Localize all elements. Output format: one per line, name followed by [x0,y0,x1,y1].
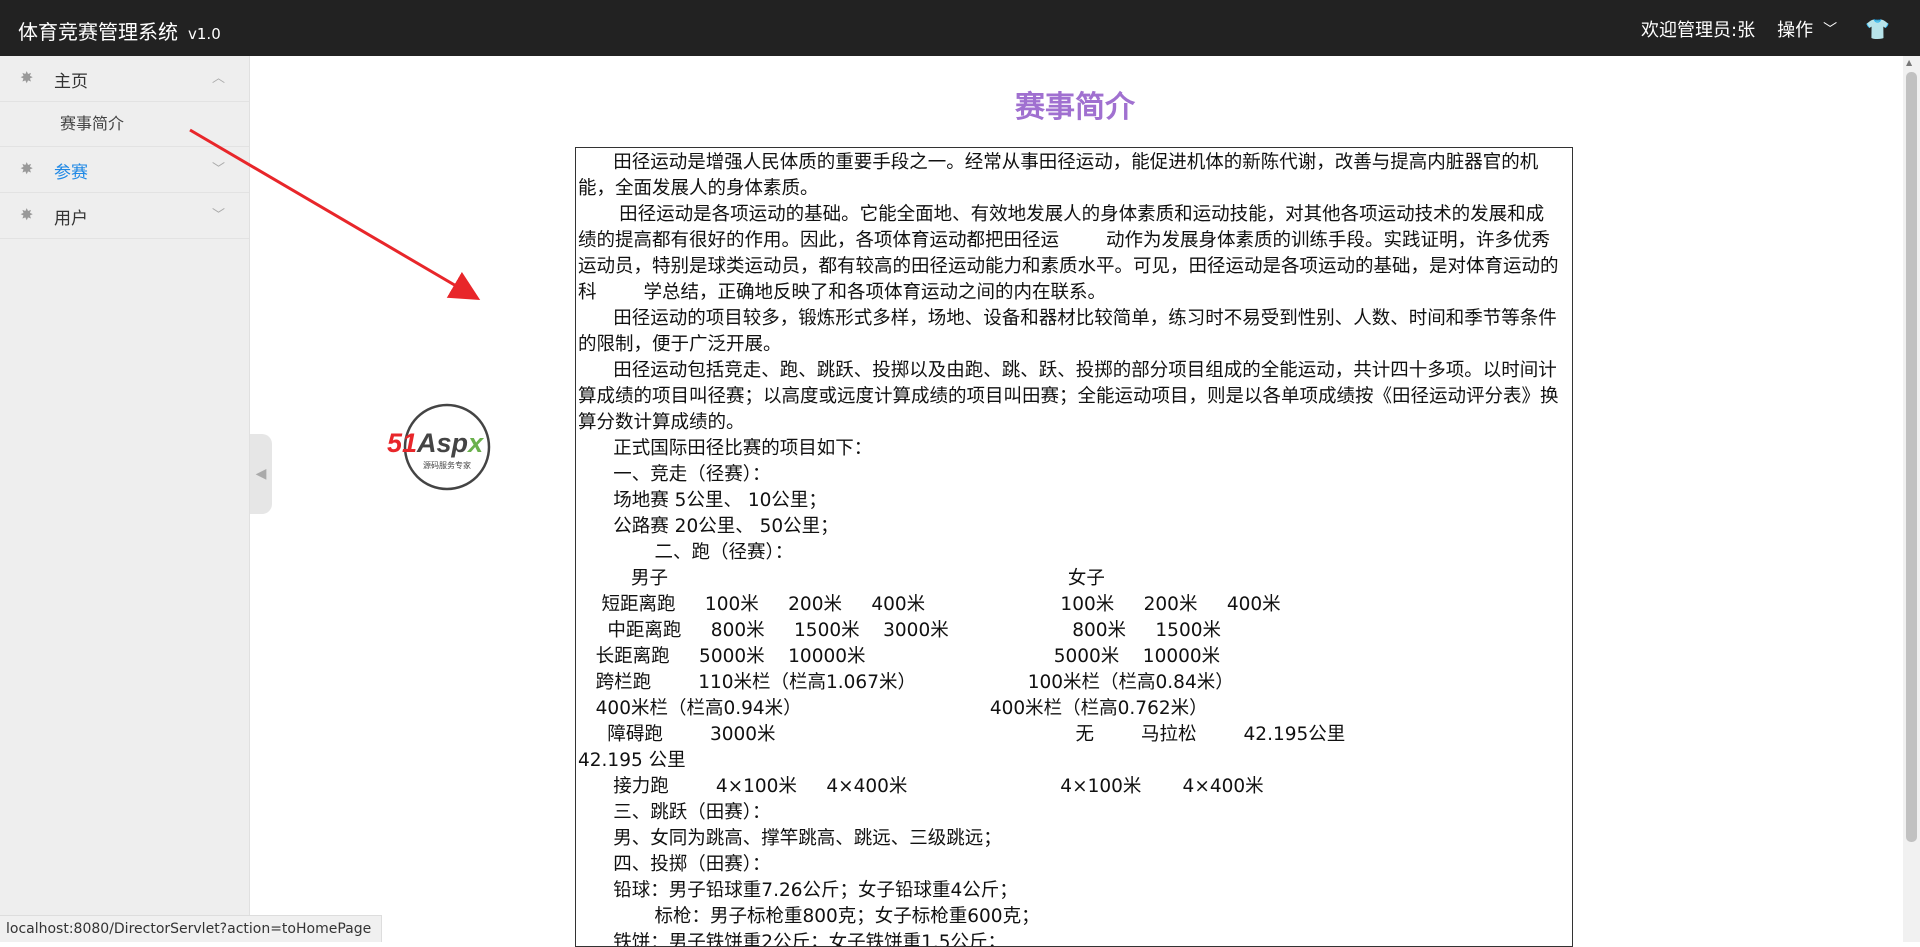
article-paragraph: 四、投掷（田赛）： [578,854,771,875]
article-paragraph: 田径运动包括竞走、跑、跳跃、投掷以及由跑、跳、跃、投掷的部分项目组成的全能运动，… [578,360,1559,433]
article-paragraph: 场地赛 5公里、 10公里； [578,490,827,511]
link-status-bar: localhost:8080/DirectorServlet?action=to… [0,915,383,942]
svg-text:51Aspx: 51Aspx [387,428,484,458]
welcome-text: 欢迎管理员:张 [1641,20,1756,41]
article-paragraph: 一、竞走（径赛）： [578,464,771,485]
app-title: 体育竞赛管理系统 [18,20,178,44]
article-paragraph: 障碍跑 3000米 无 马拉松 42.195公里 [578,724,1346,745]
top-navbar: 体育竞赛管理系统 v1.0 欢迎管理员:张 操作 ﹀ 👕 [0,0,1920,56]
app-version: v1.0 [188,25,221,43]
article-paragraph: 400米栏（栏高0.94米） 400米栏（栏高0.762米） [578,698,1208,719]
article-paragraph: 铁饼：男子铁饼重2公斤；女子铁饼重1.5公斤； [578,932,1006,947]
shirt-icon[interactable]: 👕 [1865,17,1890,41]
article-paragraph: 田径运动是各项运动的基础。它能全面地、有效地发展人的身体素质和运动技能，对其他各… [578,204,1559,303]
article-paragraph: 中距离跑 800米 1500米 3000米 800米 1500米 [578,620,1221,641]
operations-label: 操作 [1777,20,1814,41]
sidebar-collapse-toggle[interactable]: ◀ [250,434,272,514]
operations-dropdown[interactable]: 操作 ﹀ [1777,16,1837,42]
watermark-logo: 51Aspx 源码服务专家 [387,402,507,492]
app-brand[interactable]: 体育竞赛管理系统 v1.0 [18,16,221,45]
article-paragraph: 铅球：男子铅球重7.26公斤；女子铅球重4公斤； [578,880,1018,901]
sidebar-item-home[interactable]: ✸ 主页 ︿ [0,56,249,102]
article-paragraph: 正式国际田径比赛的项目如下： [578,438,873,459]
scrollbar-thumb[interactable] [1906,72,1917,842]
top-right-menu: 欢迎管理员:张 操作 ﹀ 👕 [1641,16,1890,42]
article-paragraph: 男、女同为跳高、撑竿跳高、跳远、三级跳远； [578,828,1002,849]
article-paragraph: 男子 女子 [578,568,1105,589]
chevron-up-icon: ︿ [211,71,225,86]
gear-icon: ✸ [20,159,34,178]
article-paragraph: 公路赛 20公里、 50公里； [578,516,839,537]
article-paragraph: 标枪：男子标枪重800克；女子标枪重600克； [578,906,1040,927]
scroll-up-icon[interactable]: ▲ [1906,58,1912,67]
article-paragraph: 二、跑（径赛）： [578,542,794,563]
page-title: 赛事简介 [1015,90,1135,125]
sidebar-item-label: 用户 [54,209,88,229]
article-paragraph: 田径运动是增强人民体质的重要手段之一。经常从事田径运动，能促进机体的新陈代谢，改… [578,152,1539,199]
article-paragraph: 田径运动的项目较多，锻炼形式多样，场地、设备和器材比较简单，练习时不易受到性别、… [578,308,1557,355]
article-paragraph: 长距离跑 5000米 10000米 5000米 10000米 [578,646,1221,667]
article-paragraph: 三、跳跃（田赛）： [578,802,771,823]
gear-icon: ✸ [20,68,34,87]
article-paragraph: 短距离跑 100米 200米 400米 100米 200米 400米 [578,594,1281,615]
article-paragraph: 跨栏跑 110米栏（栏高1.067米） 100米栏（栏高0.84米） [578,672,1234,693]
sidebar-item-label: 主页 [54,72,88,92]
chevron-down-icon: ﹀ [1823,22,1838,38]
article-paragraph: 42.195 公里 [578,750,686,771]
annotation-arrow [189,128,481,301]
gear-icon: ✸ [20,205,34,224]
svg-text:源码服务专家: 源码服务专家 [423,460,471,470]
sidebar-item-label: 参赛 [54,163,88,183]
scrollbar[interactable]: ▲ [1903,56,1920,942]
article-paragraph: 接力跑 4×100米 4×400米 4×100米 4×400米 [578,776,1264,797]
article-body: 田径运动是增强人民体质的重要手段之一。经常从事田径运动，能促进机体的新陈代谢，改… [575,147,1573,947]
